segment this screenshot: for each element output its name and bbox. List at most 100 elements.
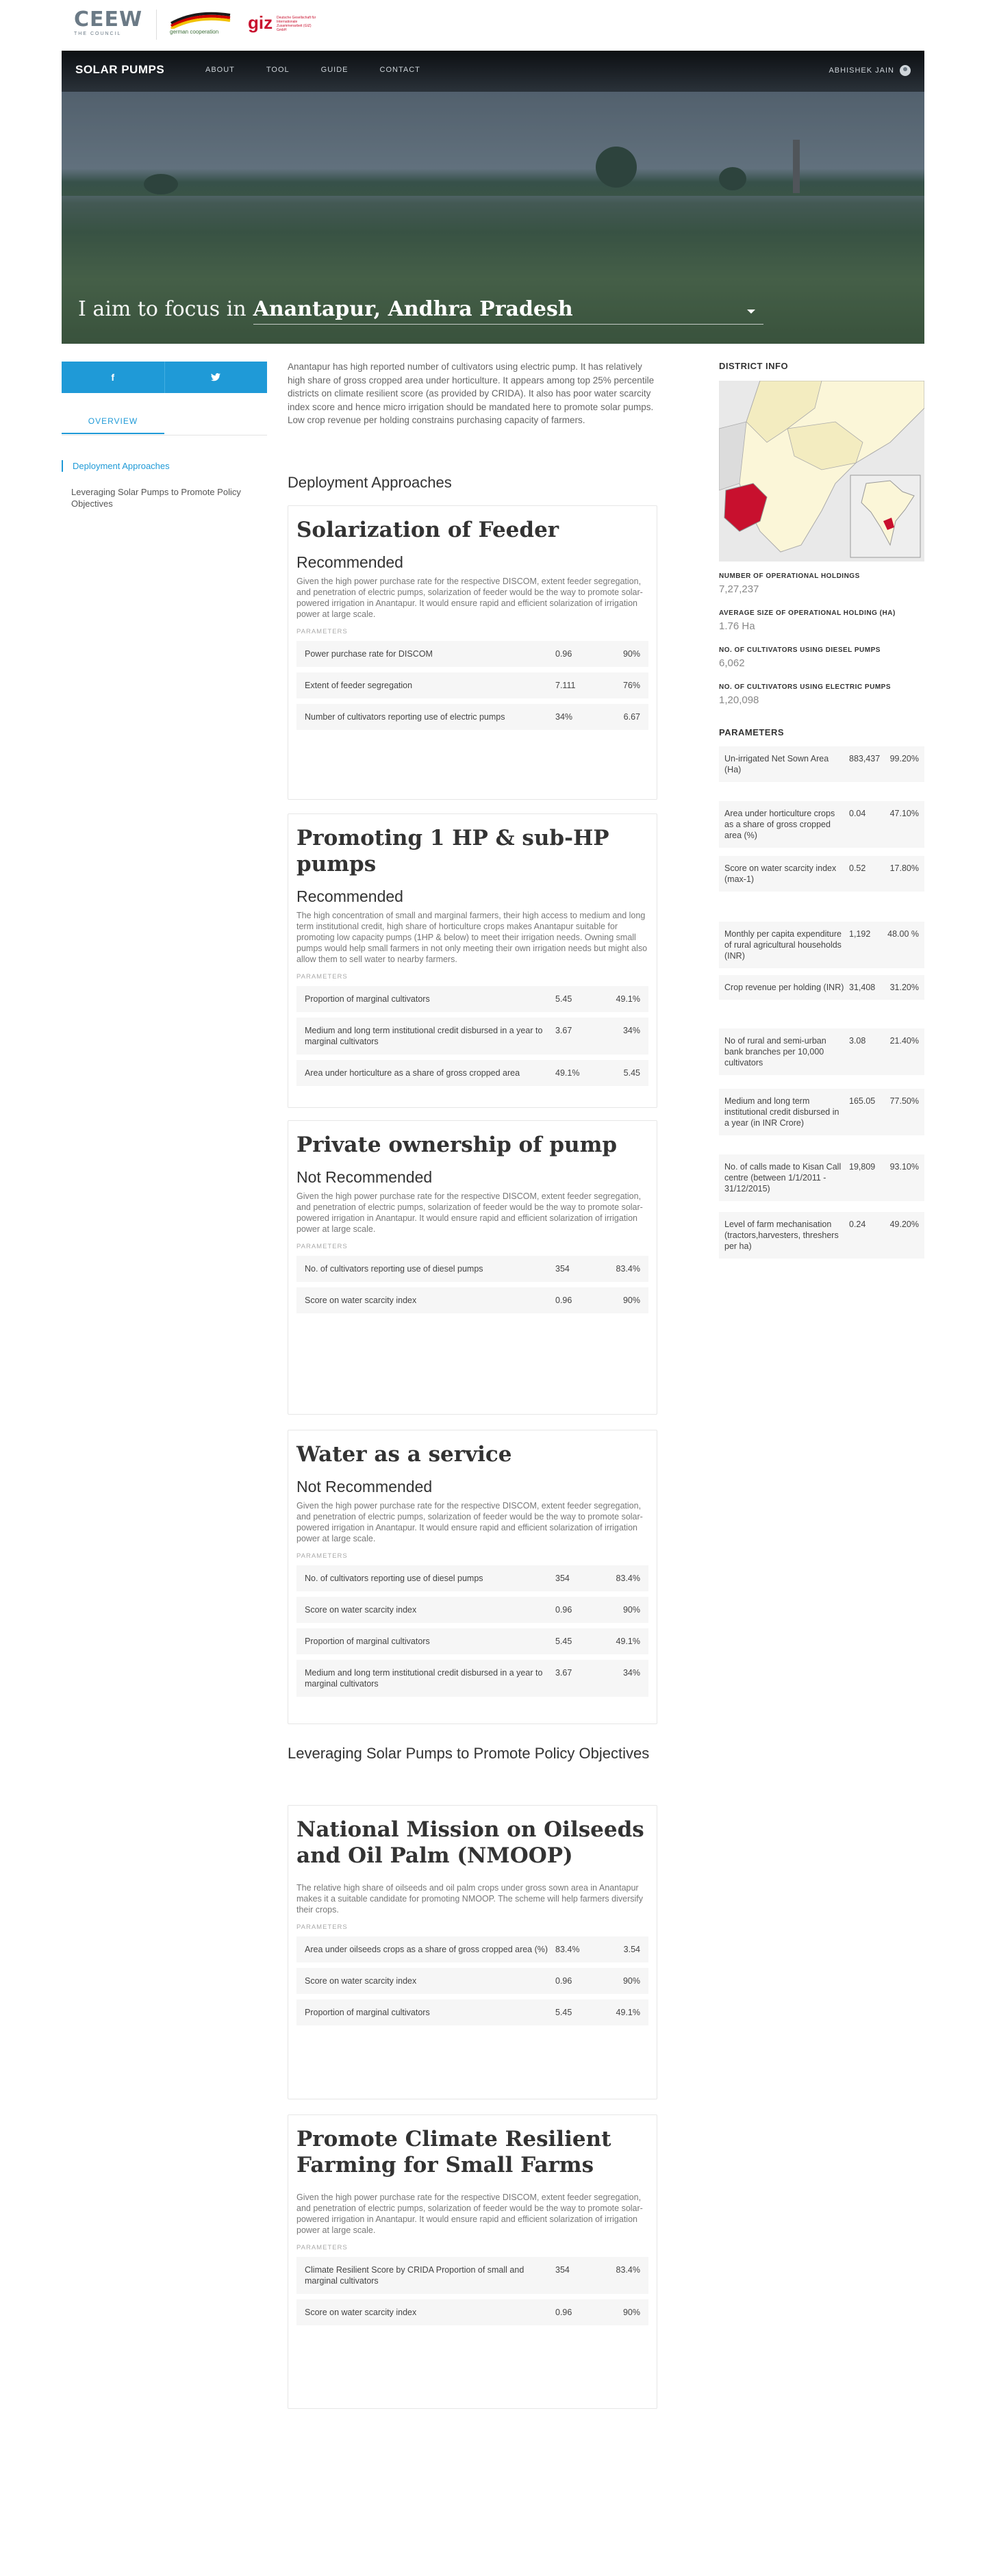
card-title: Promoting 1 HP & sub-HP pumps (296, 826, 609, 876)
nav-contact[interactable]: CONTACT (380, 66, 420, 74)
card-description: The relative high share of oilseeds and … (296, 1883, 643, 1915)
district-summary: Anantapur has high reported number of cu… (288, 362, 655, 426)
ceew-logo[interactable]: CEEW THE COUNCIL (74, 8, 143, 37)
ceew-logo-sub: THE COUNCIL (74, 31, 122, 36)
giz-logo[interactable]: giz Deutsche Gesellschaft für Internatio… (248, 14, 316, 32)
sidebar-item-leveraging-policy[interactable]: Leveraging Solar Pumps to Promote Policy… (62, 486, 267, 509)
parameter-row: Power purchase rate for DISCOM 0.96 90% (296, 641, 648, 667)
stat-value: 1,20,098 (719, 694, 759, 706)
parameter-value: 0.96 (555, 1296, 572, 1305)
parameter-name: No. of cultivators reporting use of dies… (305, 1264, 483, 1274)
district-map[interactable] (719, 381, 924, 561)
parameter-name: Medium and long term institutional credi… (724, 1096, 839, 1128)
parameter-row: Area under horticulture as a share of gr… (296, 1060, 648, 1086)
german-cooperation-logo[interactable]: german cooperation (168, 10, 234, 41)
parameter-name: No. of calls made to Kisan Call centre (… (724, 1162, 842, 1194)
stat-label: AVERAGE SIZE OF OPERATIONAL HOLDING (HA) (719, 609, 896, 617)
parameter-value: 354 (555, 1264, 570, 1274)
parameter-value: 0.96 (555, 1976, 572, 1986)
parameters-title: PARAMETERS (719, 727, 785, 737)
parameter-name: Un-irrigated Net Sown Area (Ha) (724, 754, 829, 774)
chevron-down-icon (746, 310, 755, 314)
parameter-value: 5.45 (555, 1637, 572, 1646)
parameter-percentile: 47.10% (889, 809, 919, 818)
parameter-percentile: 34% (622, 1668, 640, 1678)
sidebar-item-deployment-approaches[interactable]: Deployment Approaches (62, 460, 267, 472)
parameter-row: Medium and long term institutional credi… (296, 1660, 648, 1697)
parameter-percentile: 49.1% (616, 1637, 640, 1646)
parameter-percentile: 49.20% (889, 1220, 919, 1229)
parameter-value: 31,408 (849, 983, 876, 992)
parameter-row: Area under oilseeds crops as a share of … (296, 1936, 648, 1962)
parameter-percentile: 83.4% (616, 1574, 640, 1583)
parameter-value: 5.45 (555, 2008, 572, 2017)
parameter-name: Proportion of marginal cultivators (305, 2008, 430, 2017)
user-avatar-icon (900, 65, 911, 76)
parameter-percentile: 76% (622, 681, 640, 690)
logo-divider (156, 10, 157, 40)
parameter-name: Number of cultivators reporting use of e… (305, 712, 505, 722)
parameter-row: Extent of feeder segregation 7.111 76% (296, 672, 648, 698)
parameter-name: Score on water scarcity index (305, 1296, 417, 1305)
parameter-value: 3.67 (555, 1026, 572, 1035)
parameter-name: Climate Resilient Score by CRIDA Proport… (305, 2265, 524, 2286)
tab-overview[interactable]: OVERVIEW (62, 414, 164, 434)
approach-card: Private ownership of pump Not Recommende… (288, 1120, 657, 1415)
andhra-pradesh-map-icon (719, 381, 924, 561)
parameter-percentile: 90% (622, 2308, 640, 2317)
parameter-row: Climate Resilient Score by CRIDA Proport… (296, 2257, 648, 2294)
aim-lead-text: I aim to focus in (78, 297, 246, 321)
approach-card: Promoting 1 HP & sub-HP pumps Recommende… (288, 813, 657, 1108)
card-title: National Mission on Oilseeds and Oil Pal… (296, 1817, 644, 1868)
parameter-value: 0.96 (555, 1605, 572, 1615)
stat-value: 1.76 Ha (719, 620, 755, 632)
parameter-percentile: 49.1% (616, 2008, 640, 2017)
parameters-label: PARAMETERS (296, 1923, 348, 1931)
parameter-row: Score on water scarcity index 0.96 90% (296, 1287, 648, 1313)
recommendation-status: Recommended (296, 553, 403, 571)
parameter-name: Area under horticulture crops as a share… (724, 809, 835, 840)
district-select[interactable]: Anantapur, Andhra Pradesh (253, 297, 763, 325)
parameter-value: 0.96 (555, 2308, 572, 2317)
parameter-name: Score on water scarcity index (305, 1605, 417, 1615)
parameter-row: Medium and long term institutional credi… (719, 1089, 924, 1135)
nav-guide[interactable]: GUIDE (321, 66, 349, 74)
recommendation-status: Recommended (296, 887, 403, 905)
nav-tool[interactable]: TOOL (266, 66, 290, 74)
ceew-logo-mark: CEEW (74, 8, 143, 31)
parameter-row: Area under horticulture crops as a share… (719, 801, 924, 848)
recommendation-status: Not Recommended (296, 1478, 433, 1495)
parameter-percentile: 5.45 (623, 1068, 640, 1078)
parameter-name: Level of farm mechanisation (tractors,ha… (724, 1220, 839, 1251)
parameter-percentile: 6.67 (623, 712, 640, 722)
parameter-percentile: 90% (622, 1296, 640, 1305)
parameter-value: 354 (555, 2265, 570, 2275)
user-menu[interactable]: ABHISHEK JAIN (829, 65, 911, 76)
parameter-row: Proportion of marginal cultivators 5.45 49… (296, 1628, 648, 1654)
user-name: ABHISHEK JAIN (829, 66, 894, 75)
parameter-value: 0.04 (849, 809, 866, 818)
approach-card: Water as a service Not Recommended Given… (288, 1430, 657, 1724)
brand-logo[interactable]: SOLAR PUMPS (75, 63, 164, 77)
giz-logo-small-text: Deutsche Gesellschaft für Internationale… (277, 16, 316, 32)
parameter-row: Monthly per capita expenditure of rural … (719, 922, 924, 968)
facebook-share-button[interactable]: f (62, 362, 164, 393)
nav-about[interactable]: ABOUT (205, 66, 235, 74)
parameter-percentile: 83.4% (616, 2265, 640, 2275)
card-title: Solarization of Feeder (296, 518, 559, 542)
policy-card: Promote Climate Resilient Farming for Sm… (288, 2114, 657, 2409)
parameter-name: Proportion of marginal cultivators (305, 1637, 430, 1646)
parameter-value: 34% (555, 712, 573, 722)
card-title: Promote Climate Resilient Farming for Sm… (296, 2127, 611, 2177)
parameter-name: Area under oilseeds crops as a share of … (305, 1945, 548, 1954)
parameter-name: Score on water scarcity index (max-1) (724, 863, 837, 884)
card-title: Private ownership of pump (296, 1133, 618, 1157)
parameter-row: No. of cultivators reporting use of dies… (296, 1565, 648, 1591)
twitter-share-button[interactable] (164, 362, 267, 393)
parameter-percentile: 90% (622, 1976, 640, 1986)
parameter-name: Score on water scarcity index (305, 2308, 417, 2317)
district-select-value: Anantapur, Andhra Pradesh (253, 297, 573, 321)
parameter-name: No of rural and semi-urban bank branches… (724, 1036, 826, 1068)
parameter-value: 165.05 (849, 1096, 876, 1106)
parameter-percentile: 3.54 (623, 1945, 640, 1954)
